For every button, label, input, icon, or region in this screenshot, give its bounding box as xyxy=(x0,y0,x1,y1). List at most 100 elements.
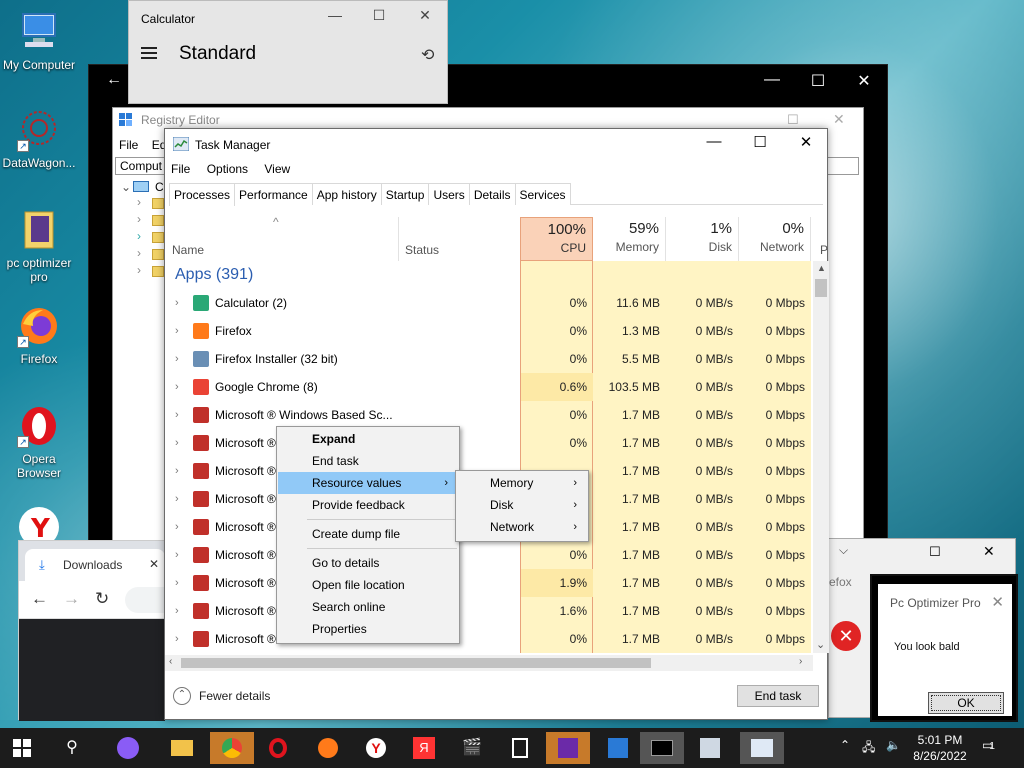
table-row[interactable]: ›Microsoft ® Windows Based Sc...0%1.7 MB… xyxy=(165,401,817,429)
table-row[interactable]: › Microsoft ® 0% 1.7 MB 0 MB/s 0 Mbps xyxy=(165,541,817,569)
hamburger-menu-icon[interactable] xyxy=(141,47,157,59)
close-button[interactable]: ✕ xyxy=(405,7,445,29)
desktop-icon-pc-optimizer[interactable]: pc optimizer pro xyxy=(0,208,78,284)
table-row[interactable]: › Microsoft ® 1.9% 1.7 MB 0 MB/s 0 Mbps xyxy=(165,569,817,597)
folder-icon[interactable] xyxy=(152,198,164,209)
tab-performance[interactable]: Performance xyxy=(234,183,313,205)
terminal-taskbar-icon[interactable] xyxy=(640,732,684,764)
downloads-tab[interactable]: ⤓ Downloads ✕ xyxy=(25,549,165,581)
end-task-button[interactable]: End task xyxy=(737,685,819,707)
tab-app-history[interactable]: App history xyxy=(311,183,382,205)
tab-close-icon[interactable]: ✕ xyxy=(149,557,159,571)
expand-chevron-icon[interactable]: › xyxy=(175,429,179,457)
expand-chevron-icon[interactable]: › xyxy=(175,401,179,429)
tab-details[interactable]: Details xyxy=(468,183,516,205)
volume-icon[interactable]: 🔈 xyxy=(886,738,901,752)
column-network[interactable]: 0% Network xyxy=(739,217,811,261)
menu-item-open-file-location[interactable]: Open file location xyxy=(278,574,458,596)
forward-arrow-icon[interactable]: → xyxy=(63,589,80,609)
tab-startup[interactable]: Startup xyxy=(380,183,430,205)
desktop-icon-datawagon[interactable]: ↗ DataWagon... xyxy=(0,108,78,170)
close-button[interactable]: ✕ xyxy=(983,543,995,560)
back-arrow-icon[interactable]: ← xyxy=(31,589,48,609)
maximize-button[interactable]: ☐ xyxy=(359,7,399,29)
column-power-partial[interactable]: P xyxy=(820,243,828,257)
collapse-chevron-icon[interactable]: ⌄ xyxy=(121,180,131,194)
submenu-item-disk[interactable]: Disk › xyxy=(457,494,587,516)
notification-center-icon[interactable]: ▭1 xyxy=(982,738,995,752)
expand-chevron-icon[interactable]: › xyxy=(175,317,179,345)
winrar-taskbar-icon[interactable] xyxy=(546,732,590,764)
scroll-thumb[interactable] xyxy=(815,279,827,297)
calculator-taskbar-icon[interactable] xyxy=(504,732,536,764)
task-manager-taskbar-icon[interactable] xyxy=(740,732,784,764)
expand-chevron-icon[interactable]: › xyxy=(175,485,179,513)
maximize-button[interactable]: ☐ xyxy=(795,71,841,91)
expand-chevron-icon[interactable]: › xyxy=(175,597,179,625)
registry-taskbar-icon[interactable] xyxy=(694,732,726,764)
chevron-up-icon[interactable]: ⌃ xyxy=(173,687,191,705)
expand-chevron-icon[interactable]: › xyxy=(175,541,179,569)
firefox-taskbar-icon[interactable] xyxy=(312,732,344,764)
table-row[interactable]: ›Microsoft ® Windows Based Sc...0%1.7 MB… xyxy=(165,625,817,653)
minimize-button[interactable]: — xyxy=(749,71,795,89)
history-icon[interactable]: ⟲ xyxy=(421,45,434,65)
desktop-icon-my-computer[interactable]: My Computer xyxy=(0,10,78,72)
menu-file[interactable]: File xyxy=(171,162,190,176)
table-row[interactable]: › Calculator (2) 0% 11.6 MB 0 MB/s 0 Mbps xyxy=(165,289,817,317)
table-row[interactable]: › Microsoft ® 0% 1.7 MB 0 MB/s 0 Mbps xyxy=(165,429,817,457)
scroll-right-icon[interactable]: › xyxy=(799,656,802,667)
maximize-button[interactable]: ☐ xyxy=(787,112,799,128)
scroll-thumb[interactable] xyxy=(181,658,651,668)
yandex-desktop-icon[interactable]: Y xyxy=(16,505,62,547)
video-editor-icon[interactable]: 🎬 xyxy=(456,732,488,764)
close-icon[interactable]: ✕ xyxy=(991,593,1004,611)
maximize-button[interactable]: ☐ xyxy=(737,133,783,155)
fewer-details-link[interactable]: Fewer details xyxy=(199,689,270,703)
column-status[interactable]: Status xyxy=(399,217,519,261)
menu-item-go-to-details[interactable]: Go to details xyxy=(278,552,458,574)
column-disk[interactable]: 1% Disk xyxy=(666,217,739,261)
menu-item-end-task[interactable]: End task xyxy=(278,450,458,472)
minimize-button[interactable]: — xyxy=(691,133,737,155)
menu-item-properties[interactable]: Properties xyxy=(278,618,458,640)
reload-icon[interactable]: ↻ xyxy=(95,589,109,609)
expand-chevron-icon[interactable]: › xyxy=(175,457,179,485)
address-bar[interactable] xyxy=(125,587,165,613)
desktop-icon-opera[interactable]: ↗ Opera Browser xyxy=(0,404,78,480)
table-row[interactable]: › Firefox Installer (32 bit) 0% 5.5 MB 0 MB/… xyxy=(165,345,817,373)
column-name[interactable]: Name xyxy=(165,217,399,261)
ok-button[interactable]: OK xyxy=(928,692,1004,714)
show-hidden-icons-icon[interactable]: ⌃ xyxy=(840,738,850,752)
tab-services[interactable]: Services xyxy=(514,183,571,205)
table-row[interactable]: › Microsoft ® 1.6% 1.7 MB 0 MB/s 0 Mbps xyxy=(165,597,817,625)
group-header-apps[interactable]: Apps (391) xyxy=(165,261,253,289)
folder-icon[interactable] xyxy=(152,232,164,243)
expand-chevron-icon[interactable]: › xyxy=(175,569,179,597)
scroll-up-icon[interactable]: ▲ xyxy=(817,263,826,273)
close-button[interactable]: ✕ xyxy=(833,111,845,128)
tree-root-label[interactable]: C xyxy=(155,180,164,194)
folder-icon[interactable] xyxy=(152,215,164,226)
horizontal-scrollbar[interactable]: ‹ › xyxy=(165,655,813,671)
expand-chevron-icon[interactable]: › xyxy=(175,513,179,541)
menu-item-create-dump-file[interactable]: Create dump file xyxy=(278,523,458,545)
expand-chevron-icon[interactable]: › xyxy=(175,289,179,317)
menu-item-search-online[interactable]: Search online xyxy=(278,596,458,618)
file-explorer-icon[interactable] xyxy=(166,732,198,764)
menu-item-expand[interactable]: Expand xyxy=(278,428,458,450)
menu-view[interactable]: View xyxy=(264,162,290,176)
expand-chevron-icon[interactable]: › xyxy=(175,373,179,401)
maximize-button[interactable]: ☐ xyxy=(929,544,941,560)
menu-options[interactable]: Options xyxy=(207,162,248,176)
menu-file[interactable]: File xyxy=(119,138,138,152)
scroll-down-icon[interactable]: ⌄ xyxy=(816,638,825,651)
submenu-item-memory[interactable]: Memory › xyxy=(457,472,587,494)
expand-chevron-icon[interactable]: › xyxy=(175,345,179,373)
app-taskbar-icon[interactable] xyxy=(602,732,634,764)
menu-item-resource-values[interactable]: Resource values › xyxy=(278,472,458,494)
close-button[interactable]: ✕ xyxy=(841,71,887,91)
desktop-icon-firefox[interactable]: ↗ Firefox xyxy=(0,304,78,366)
yandex-taskbar-icon[interactable]: Y xyxy=(360,732,392,764)
table-row[interactable]: › Firefox 0% 1.3 MB 0 MB/s 0 Mbps xyxy=(165,317,817,345)
